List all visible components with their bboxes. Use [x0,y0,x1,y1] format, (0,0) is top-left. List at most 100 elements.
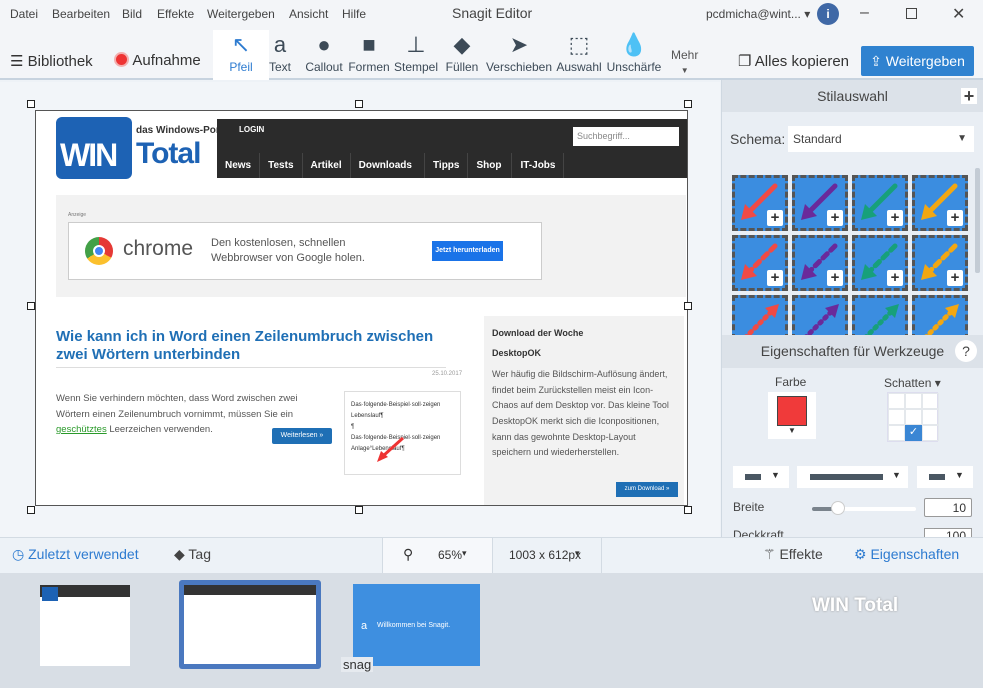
width-input[interactable]: 10 [924,498,972,517]
arrow-style-tile[interactable]: + [792,235,848,291]
move-icon: ➤ [509,32,529,57]
chrome-ad[interactable]: chrome Den kostenlosen, schnellen Webbro… [68,222,542,280]
resize-handle[interactable] [27,302,35,310]
login-link[interactable]: LOGIN [239,125,264,134]
slider-thumb[interactable] [831,501,845,515]
scrollbar[interactable] [975,168,980,273]
properties-button[interactable]: ⚙ Eigenschaften [854,546,959,563]
effects-button[interactable]: ⚚ Effekte [763,546,823,563]
arrow-style-tile[interactable]: + [912,175,968,231]
tray-thumbnail[interactable] [40,585,130,666]
divider [56,367,446,368]
hamburger-icon: ☰ [10,53,24,70]
props-header: Eigenschaften für Werkzeuge? [722,335,983,368]
close-button[interactable]: ✕ [952,4,965,24]
add-icon[interactable]: + [947,210,963,226]
resize-handle[interactable] [684,302,692,310]
logo-total: Total [136,137,201,170]
library-button[interactable]: ☰ Bibliothek [10,52,93,70]
site-search[interactable]: Suchbegriff... [573,127,679,146]
copy-all-button[interactable]: ❐ Alles kopieren [738,52,849,70]
share-label: Weitergeben [885,53,965,69]
captured-image[interactable]: das Windows-Portal WIN Total LOGIN Suchb… [35,110,688,506]
shadow-menu[interactable]: Schatten ▾ [884,376,941,390]
arrow-style-tile[interactable] [732,295,788,341]
zoom-control[interactable]: ⚲ 65% ▾ [382,538,492,573]
account-menu[interactable]: pcdmicha@wint... ▾ [706,7,810,21]
resize-handle[interactable] [684,506,692,514]
resize-handle[interactable] [355,506,363,514]
opacity-input[interactable]: 100 [924,528,972,537]
add-icon[interactable]: + [767,270,783,286]
side-title: DesktopOK [492,347,542,358]
resize-handle[interactable] [27,506,35,514]
capture-button[interactable]: Aufnahme [114,52,201,69]
tool-label: Formen [348,60,390,74]
nav-tipps[interactable]: Tipps [425,153,469,178]
line-start-select[interactable]: ▼ [733,466,789,488]
tool-unschaerfe[interactable]: 💧 Unschärfe [606,30,662,80]
nav-downloads[interactable]: Downloads [351,153,425,178]
menu-bild[interactable]: Bild [122,7,142,21]
article-title[interactable]: Wie kann ich in Word einen Zeilenumbruch… [56,328,456,364]
read-more-button[interactable]: Weiterlesen » [272,428,332,444]
teaser-text-end: Leerzeichen verwenden. [106,424,213,436]
help-button[interactable]: ? [955,340,977,362]
add-icon[interactable]: + [887,270,903,286]
tray-thumbnail-selected[interactable] [179,580,321,669]
arrow-style-tile[interactable]: + [792,175,848,231]
add-icon[interactable]: + [827,270,843,286]
info-icon[interactable]: i [817,3,839,25]
add-icon[interactable]: + [887,210,903,226]
schema-select[interactable]: Standard ▼ [788,126,974,152]
menu-weitergeben[interactable]: Weitergeben [207,7,275,21]
menu-effekte[interactable]: Effekte [157,7,194,21]
arrow-style-tile[interactable] [792,295,848,341]
resize-handle[interactable] [355,100,363,108]
size-control[interactable]: 1003 x 612px ▾ [492,538,602,573]
add-icon[interactable]: + [947,270,963,286]
arrow-style-tile[interactable]: + [912,235,968,291]
arrow-style-tile[interactable] [912,295,968,341]
menu-hilfe[interactable]: Hilfe [342,7,366,21]
line-end-select[interactable]: ▼ [917,466,973,488]
tool-fuellen[interactable]: ◆ Füllen [434,30,490,80]
maximize-button[interactable] [906,8,917,19]
arrow-style-tile[interactable]: + [732,175,788,231]
arrow-style-tile[interactable]: + [852,175,908,231]
arrow-style-tile[interactable]: + [852,235,908,291]
menu-bar: Datei Bearbeiten Bild Effekte Weitergebe… [0,0,983,28]
resize-handle[interactable] [27,100,35,108]
ad-download-button[interactable]: Jetzt herunterladen [432,241,503,261]
nav-tests[interactable]: Tests [260,153,303,178]
resize-handle[interactable] [684,100,692,108]
arrow-style-tile[interactable] [852,295,908,341]
menu-datei[interactable]: Datei [10,7,38,21]
tool-label: Pfeil [229,60,253,74]
logo-win: WIN [60,137,118,173]
tag-button[interactable]: ◆ Tag [174,546,211,563]
minimize-button[interactable]: – [860,4,869,22]
width-slider[interactable] [812,501,916,515]
protected-link[interactable]: geschütztes [56,424,107,435]
menu-ansicht[interactable]: Ansicht [289,7,328,21]
color-picker[interactable]: ▼ [768,392,816,439]
line-style-select[interactable]: ▼ [797,466,908,488]
recent-button[interactable]: ◷ Zuletzt verwendet [12,546,139,563]
add-icon[interactable]: + [827,210,843,226]
tool-verschieben[interactable]: ➤ Verschieben [483,30,555,80]
nav-shop[interactable]: Shop [468,153,513,178]
menu-bearbeiten[interactable]: Bearbeiten [52,7,110,21]
add-style-button[interactable]: + [961,87,977,105]
shadow-grid[interactable]: ✓ [887,392,939,442]
nav-artikel[interactable]: Artikel [303,153,351,178]
add-icon[interactable]: + [767,210,783,226]
share-button[interactable]: ⇪ Weitergeben [861,46,974,76]
more-button[interactable]: Mehr ▼ [671,48,698,76]
tool-auswahl[interactable]: ⬚ Auswahl [551,30,607,80]
nav-itjobs[interactable]: IT-Jobs [512,153,565,178]
nav-news[interactable]: News [217,153,261,178]
arrow-style-tile[interactable]: + [732,235,788,291]
side-download-button[interactable]: zum Download » [616,482,678,497]
tray-thumbnail-welcome[interactable]: Willkommen bei Snagit. a [353,584,480,666]
